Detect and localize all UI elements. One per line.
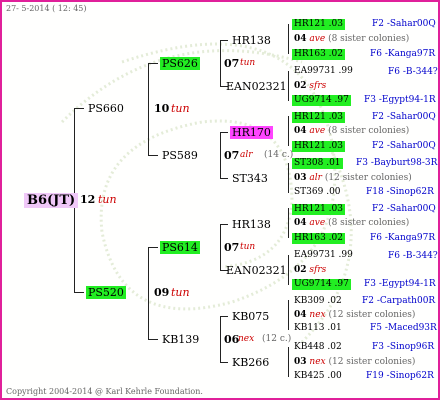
print-date: 27- 5-2014 ( 12: 45) — [6, 4, 87, 13]
group-race: sfrs — [309, 265, 327, 275]
queen-id[interactable]: HR138 — [232, 35, 271, 46]
queen-generation: 09 — [154, 286, 170, 299]
leaf-colony-id[interactable]: HR163 .02 — [292, 49, 345, 60]
queen-id[interactable]: KB075 — [232, 311, 269, 322]
group-generation: 04 — [294, 310, 307, 320]
leaf-origin: F2 -Carpath00R — [362, 296, 436, 306]
queen-id[interactable]: KB266 — [232, 357, 269, 368]
leaf-colony-id[interactable]: HR121 .03 — [292, 112, 345, 123]
queen-id[interactable]: EAN02321 — [226, 265, 287, 276]
queen-generation: 10 — [154, 102, 170, 115]
queen-race: tun — [240, 242, 256, 252]
sister-count: (8 sister colonies) — [328, 34, 410, 44]
root-race: tun — [98, 193, 117, 206]
queen-id[interactable]: PS614 — [160, 241, 200, 254]
leaf-origin: F19 -Sinop62R — [366, 371, 434, 381]
leaf-colony-id[interactable]: KB448 .02 — [294, 343, 342, 352]
group-generation: 02 — [294, 81, 307, 91]
queen-id[interactable]: PS589 — [162, 150, 198, 161]
leaf-colony-id[interactable]: EA99731 .99 — [294, 67, 353, 76]
leaf-colony-id[interactable]: HR121 .03 — [292, 19, 345, 30]
leaf-origin: F6 -B-344? — [388, 251, 438, 261]
leaf-origin: F5 -Maced93R — [370, 323, 437, 333]
leaf-colony-id[interactable]: KB113 .01 — [294, 324, 342, 333]
leaf-colony-id[interactable]: UG9714 .97 — [292, 279, 351, 290]
queen-id[interactable]: EAN02321 — [226, 81, 287, 92]
queen-generation: 07 — [224, 149, 240, 162]
copyright-notice: Copyright 2004-2014 @ Karl Kehrle Founda… — [6, 387, 203, 396]
queen-race: tun — [171, 286, 190, 299]
sister-count: (12 c.) — [262, 334, 292, 344]
queen-race: nex — [238, 334, 255, 344]
leaf-origin: F6 -Kanga97R — [370, 49, 436, 59]
leaf-origin: F3 -Bayburt98-3R — [356, 158, 438, 168]
leaf-origin: F2 -Sahar00Q — [372, 141, 436, 151]
leaf-origin: F2 -Sahar00Q — [372, 19, 436, 29]
root-colony-id[interactable]: B6(JT) — [24, 193, 79, 208]
queen-id[interactable]: KB139 — [162, 334, 199, 345]
leaf-origin: F2 -Sahar00Q — [372, 112, 436, 122]
queen-id[interactable]: HR170 — [230, 126, 273, 139]
group-generation: 03 — [294, 357, 307, 367]
leaf-colony-id[interactable]: HR121 .03 — [292, 204, 345, 215]
sister-count: (12 sister colonies) — [324, 173, 412, 183]
leaf-origin: F18 -Sinop62R — [366, 187, 434, 197]
group-race: alr — [309, 173, 322, 183]
queen-id[interactable]: PS626 — [160, 57, 200, 70]
queen-generation: 07 — [224, 241, 240, 254]
queen-race: tun — [171, 102, 190, 115]
leaf-colony-id[interactable]: KB425 .00 — [294, 372, 342, 381]
pedigree-frame: 27- 5-2014 ( 12: 45) Copyright 2004-2014… — [0, 0, 440, 400]
leaf-colony-id[interactable]: HR121 .03 — [292, 141, 345, 152]
queen-id[interactable]: ST343 — [232, 173, 268, 184]
sister-count: (12 sister colonies) — [328, 310, 416, 320]
sister-count: (8 sister colonies) — [328, 126, 410, 136]
group-generation: 04 — [294, 218, 307, 228]
leaf-origin: F3 -Egypt94-1R — [364, 279, 436, 289]
group-race: sfrs — [309, 81, 327, 91]
queen-id[interactable]: HR138 — [232, 219, 271, 230]
group-race: ave — [309, 218, 326, 228]
group-generation: 02 — [294, 265, 307, 275]
group-generation: 04 — [294, 126, 307, 136]
leaf-colony-id[interactable]: ST369 .00 — [294, 188, 341, 197]
group-race: nex — [309, 357, 326, 367]
leaf-origin: F3 -Egypt94-1R — [364, 95, 436, 105]
leaf-colony-id[interactable]: UG9714 .97 — [292, 95, 351, 106]
queen-race: tun — [240, 58, 256, 68]
group-race: ave — [309, 126, 326, 136]
leaf-origin: F2 -Sahar00Q — [372, 204, 436, 214]
group-race: ave — [309, 34, 326, 44]
group-generation: 03 — [294, 173, 307, 183]
queen-id[interactable]: PS660 — [88, 103, 124, 114]
queen-generation: 07 — [224, 57, 240, 70]
root-generation: 12 — [80, 193, 96, 206]
sister-count: (12 sister colonies) — [328, 357, 416, 367]
queen-race: alr — [240, 150, 253, 160]
leaf-origin: F6 -B-344? — [388, 67, 438, 77]
group-race: nex — [309, 310, 326, 320]
queen-id[interactable]: PS520 — [86, 286, 126, 299]
leaf-colony-id[interactable]: KB309 .02 — [294, 297, 342, 306]
leaf-origin: F6 -Kanga97R — [370, 233, 436, 243]
group-generation: 04 — [294, 34, 307, 44]
leaf-colony-id[interactable]: ST308 .01 — [292, 158, 343, 169]
sister-count: (14 c.) — [264, 150, 294, 160]
sister-count: (8 sister colonies) — [328, 218, 410, 228]
leaf-colony-id[interactable]: HR163 .02 — [292, 233, 345, 244]
leaf-colony-id[interactable]: EA99731 .99 — [294, 251, 353, 260]
leaf-origin: F3 -Sinop96R — [372, 342, 435, 352]
